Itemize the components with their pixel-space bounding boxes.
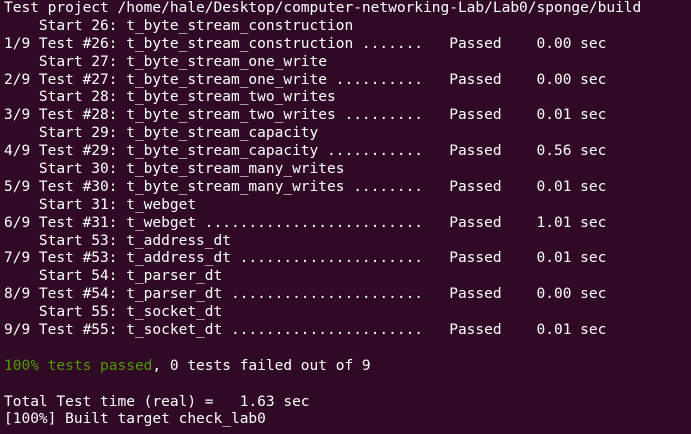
test-result-line: 6/9 Test #31: t_webget .................… xyxy=(4,214,607,231)
test-result-line: 2/9 Test #27: t_byte_stream_one_write ..… xyxy=(4,71,607,88)
total-test-time: Total Test time (real) = 1.63 sec xyxy=(4,393,310,410)
test-result-line: 9/9 Test #55: t_socket_dt ..............… xyxy=(4,322,607,339)
test-project-header: Test project /home/hale/Desktop/computer… xyxy=(4,0,642,16)
summary-line: 100% tests passed, 0 tests failed out of… xyxy=(4,358,691,376)
test-start-line: Start 55: t_socket_dt xyxy=(4,304,223,321)
test-start-line: Start 28: t_byte_stream_two_writes xyxy=(4,89,336,106)
built-target-line: [100%] Built target check_lab0 xyxy=(4,411,266,428)
test-start-line: Start 54: t_parser_dt xyxy=(4,268,223,285)
test-start-line: Start 30: t_byte_stream_many_writes xyxy=(4,161,345,178)
test-start-line: Start 53: t_address_dt xyxy=(4,232,231,249)
test-result-line: 4/9 Test #29: t_byte_stream_capacity ...… xyxy=(4,143,607,160)
test-start-line: Start 29: t_byte_stream_capacity xyxy=(4,125,319,142)
tests-failed-summary: , 0 tests failed out of 9 xyxy=(152,357,371,374)
test-start-line: Start 27: t_byte_stream_one_write xyxy=(4,53,328,70)
test-result-line: 5/9 Test #30: t_byte_stream_many_writes … xyxy=(4,178,607,195)
test-start-line: Start 26: t_byte_stream_construction xyxy=(4,17,354,34)
test-result-line: 3/9 Test #28: t_byte_stream_two_writes .… xyxy=(4,107,607,124)
tests-passed-summary: 100% tests passed xyxy=(4,357,153,374)
test-result-line: 7/9 Test #53: t_address_dt .............… xyxy=(4,250,607,267)
test-result-line: 8/9 Test #54: t_parser_dt ..............… xyxy=(4,286,607,303)
test-start-line: Start 31: t_webget xyxy=(4,196,197,213)
test-result-line: 1/9 Test #26: t_byte_stream_construction… xyxy=(4,35,607,52)
terminal-output[interactable]: Test project /home/hale/Desktop/computer… xyxy=(0,0,691,434)
